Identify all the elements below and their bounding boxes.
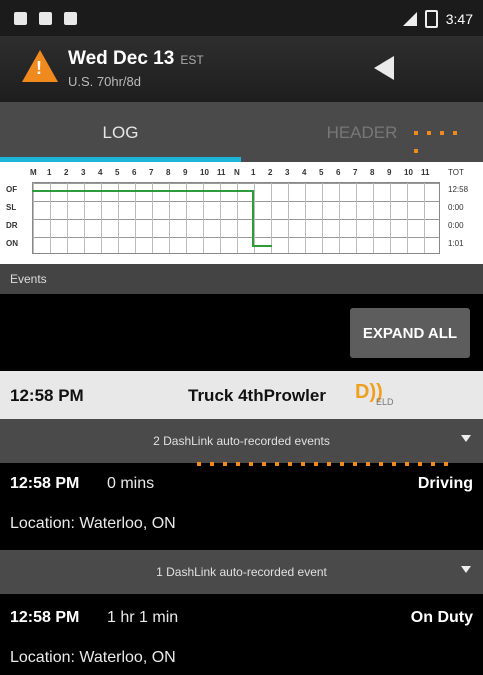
total-dr: 0:00 — [448, 221, 464, 230]
group-label: 2 DashLink auto-recorded events — [153, 434, 330, 448]
warning-icon[interactable]: ! — [22, 50, 58, 82]
tab-bar: LOG HEADER — [0, 102, 483, 164]
total-of: 12:58 — [448, 185, 469, 194]
clock: 3:47 — [445, 11, 473, 27]
event-status: Driving — [417, 475, 473, 492]
ruleset: U.S. 70hr/8d — [68, 74, 141, 89]
vehicle-time: 12:58 PM — [10, 386, 84, 405]
events-header: Events — [0, 264, 483, 294]
signal-icon — [402, 12, 417, 26]
event-location: Location: Waterloo, ON — [10, 515, 176, 532]
tab-log[interactable]: LOG — [0, 102, 241, 164]
duty-line — [32, 190, 272, 247]
log-date: Wed Dec 13 EST — [68, 48, 204, 69]
event-duration: 0 mins — [107, 475, 155, 492]
app-bar: ! Wed Dec 13 EST U.S. 70hr/8d — [0, 36, 483, 102]
lock-icon — [39, 11, 52, 25]
back-icon[interactable] — [374, 56, 394, 80]
battery-icon — [424, 10, 438, 28]
event-time: 12:58 PM — [10, 475, 80, 492]
event-status: On Duty — [410, 609, 473, 626]
notification-icon — [14, 11, 27, 25]
group-label: 1 DashLink auto-recorded event — [156, 565, 327, 579]
total-on: 1:01 — [448, 239, 464, 248]
chevron-down-icon — [461, 566, 471, 573]
group-header-1[interactable]: 2 DashLink auto-recorded events — [0, 419, 483, 463]
total-sl: 0:00 — [448, 203, 464, 212]
event-duration: 1 hr 1 min — [107, 609, 179, 626]
android-icon — [64, 11, 77, 25]
status-bar: 3:47 — [0, 0, 483, 36]
tot-label: TOT — [448, 168, 464, 177]
eld-label: ELD — [376, 397, 394, 407]
vehicle-row[interactable]: 12:58 PM Truck 4thProwler D)) ELD — [0, 371, 483, 419]
vehicle-name: Truck 4thProwler — [188, 386, 326, 405]
dotted-hint — [414, 131, 476, 153]
expand-all-button[interactable]: EXPAND ALL — [350, 308, 470, 358]
chevron-down-icon — [461, 435, 471, 442]
event-location: Location: Waterloo, ON — [10, 649, 176, 666]
group-header-2[interactable]: 1 DashLink auto-recorded event — [0, 550, 483, 594]
event-time: 12:58 PM — [10, 609, 80, 626]
log-grid[interactable]: M 1 2 3 4 5 6 7 8 9 10 11 N 1 2 3 4 5 6 7 8 9 10 11 OF SL DR ON… — [0, 162, 483, 264]
dotted-hint-2 — [197, 462, 477, 466]
